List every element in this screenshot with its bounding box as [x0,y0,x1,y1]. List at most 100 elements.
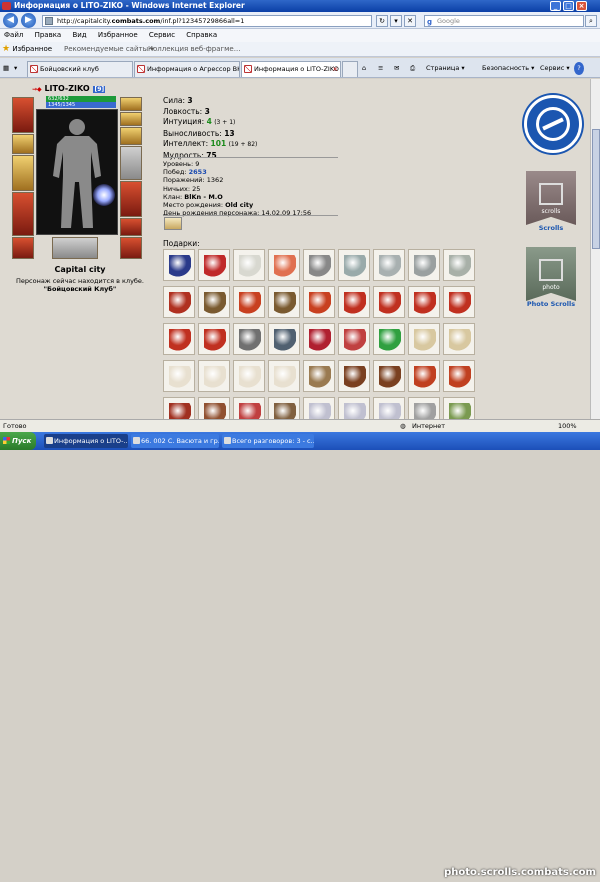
stop-icon[interactable]: ✕ [404,15,416,27]
feeds-icon[interactable]: ≡ [378,62,383,75]
gift-item[interactable] [198,286,230,318]
web-slice-gallery-link[interactable]: Коллекция веб-фрагме... [148,42,240,57]
scrolls-banner[interactable]: scrolls [526,171,576,225]
gift-item[interactable] [303,323,335,355]
gift-item[interactable] [373,249,405,281]
gift-item[interactable] [338,249,370,281]
gift-item[interactable] [233,286,265,318]
photo-scrolls-banner[interactable]: photo [526,247,576,301]
search-input[interactable]: g Google [424,15,584,27]
gift-item[interactable] [338,360,370,392]
gift-item[interactable] [338,286,370,318]
pants-slot[interactable] [120,181,142,217]
tab-list-icon[interactable]: ▾ [14,62,17,75]
dropdown-icon[interactable]: ▾ [390,15,402,27]
mail-icon[interactable]: ✉ [394,62,399,75]
menu-view[interactable]: Вид [72,31,86,39]
gift-item[interactable] [303,286,335,318]
menu-edit[interactable]: Правка [35,31,62,39]
helmet-slot[interactable] [12,97,34,133]
gift-item[interactable] [443,323,475,355]
favorites-button[interactable]: ★ Избранное [2,42,52,57]
gift-item[interactable] [408,360,440,392]
tools-menu[interactable]: Сервис ▾ [540,62,570,75]
gift-item[interactable] [198,397,230,419]
gift-item[interactable] [268,286,300,318]
gift-item[interactable] [443,286,475,318]
zoom-level[interactable]: 100% [558,420,577,432]
menu-file[interactable]: Файл [4,31,23,39]
gift-item[interactable] [233,397,265,419]
gift-item[interactable] [198,323,230,355]
weapon-slot[interactable] [12,155,34,191]
taskbar-item-ie[interactable]: Информация о LITO-... [44,434,128,448]
url-field[interactable]: http://capitalcity.combats.com/inf.pl?12… [42,15,372,27]
scrollbar-thumb[interactable] [592,129,600,249]
home-icon[interactable]: ⌂ [362,62,366,75]
scrolls-link[interactable]: Scrolls [511,224,590,232]
clan-link[interactable]: BlKn - M.O [184,193,223,201]
gift-item[interactable] [163,249,195,281]
gift-item[interactable] [443,360,475,392]
gift-item[interactable] [303,249,335,281]
gift-item[interactable] [408,249,440,281]
menu-help[interactable]: Справка [186,31,217,39]
rings-slot[interactable] [120,127,142,145]
gift-item[interactable] [303,397,335,419]
menu-tools[interactable]: Сервис [149,31,175,39]
earrings-slot[interactable] [120,97,142,111]
gift-item[interactable] [268,323,300,355]
armor-slot[interactable] [12,192,34,236]
close-button[interactable]: × [576,1,587,11]
gift-item[interactable] [198,360,230,392]
gift-item[interactable] [268,249,300,281]
character-name-link[interactable]: LITO-ZIKO [44,84,89,93]
new-tab-button[interactable] [342,61,358,77]
quick-tabs-icon[interactable]: ▦ [3,62,9,75]
minimize-button[interactable]: _ [550,1,561,11]
menu-favorites[interactable]: Избранное [98,31,138,39]
tab-fight-club[interactable]: Бойцовский клуб [27,61,133,77]
gift-item[interactable] [373,286,405,318]
gift-item[interactable] [373,323,405,355]
gift-item[interactable] [338,323,370,355]
gift-item[interactable] [373,360,405,392]
gift-item[interactable] [408,323,440,355]
gift-item[interactable] [408,286,440,318]
boots-slot[interactable] [120,218,142,236]
gift-item[interactable] [163,286,195,318]
gift-item[interactable] [233,323,265,355]
gift-item[interactable] [163,360,195,392]
scroll-item-button[interactable] [164,217,182,230]
recommended-sites-link[interactable]: Рекомендуемые сайты ▾ [64,42,154,57]
tab-lito-ziko-info[interactable]: Информация о LITO-ZIKO × [241,61,341,77]
gift-item[interactable] [338,397,370,419]
gift-item[interactable] [268,397,300,419]
amulet-slot[interactable] [120,112,142,126]
scrolls-logo[interactable] [524,95,582,153]
forward-button[interactable]: ▶ [21,13,36,28]
maximize-button[interactable]: □ [563,1,574,11]
taskbar-item-chat[interactable]: Всего разговоров: 3 - с... [222,434,314,448]
gift-item[interactable] [443,397,475,419]
print-icon[interactable]: ⎙ [410,62,415,75]
tab-aggressor-info[interactable]: Информация о Агрессор ВК [134,61,240,77]
gift-item[interactable] [443,249,475,281]
gift-item[interactable] [303,360,335,392]
back-button[interactable]: ◀ [3,13,18,28]
photo-scrolls-link[interactable]: Photo Scrolls [511,300,590,308]
vertical-scrollbar[interactable] [590,79,600,419]
taskbar-item-player[interactable]: 66. 002 С. Васюта и гр.... [131,434,219,448]
gloves-slot[interactable] [12,237,34,259]
start-button[interactable]: Пуск [0,432,36,450]
gift-item[interactable] [233,360,265,392]
close-tab-icon[interactable]: × [333,62,338,76]
gift-item[interactable] [163,323,195,355]
emblem-slot[interactable] [52,237,98,259]
safety-menu[interactable]: Безопасность ▾ [482,62,534,75]
bracers-slot[interactable] [12,134,34,154]
gift-item[interactable] [198,249,230,281]
gift-item[interactable] [373,397,405,419]
page-menu[interactable]: Страница ▾ [426,62,465,75]
refresh-icon[interactable]: ↻ [376,15,388,27]
